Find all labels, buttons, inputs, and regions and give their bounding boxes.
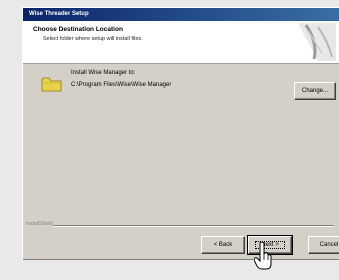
hand-pointer-icon [254, 242, 272, 270]
footer-divider [53, 225, 334, 227]
setup-dialog: Wise Threader Setup Choose Destination L… [22, 7, 339, 260]
install-location-label: Install Wise Manager to: [71, 70, 136, 76]
setup-logo-icon [298, 23, 336, 61]
folder-icon [41, 77, 62, 92]
change-button[interactable]: Change... [294, 82, 336, 100]
install-path-text: C:\Program Files\Wise\Wise Manager [71, 82, 172, 88]
dialog-header: Choose Destination Location Select folde… [23, 21, 339, 64]
installshield-brand: InstallShield [26, 221, 53, 227]
page-title: Choose Destination Location [33, 26, 123, 33]
back-button[interactable]: < Back [201, 236, 245, 254]
cancel-button[interactable]: Cancel [308, 236, 339, 254]
page-subtitle: Select folder where setup will install f… [43, 36, 143, 42]
window-titlebar: Wise Threader Setup [23, 8, 339, 21]
